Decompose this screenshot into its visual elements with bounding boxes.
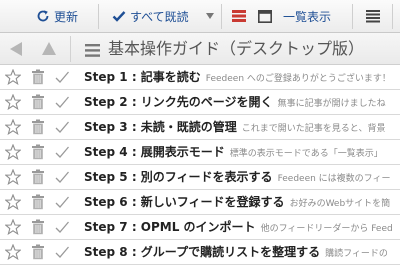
refresh-button[interactable]: 更新	[36, 0, 78, 32]
entry-title[interactable]: Step 3 : 未読・既読の管理	[84, 120, 237, 134]
trash-icon[interactable]	[31, 194, 45, 210]
read-check-icon[interactable]	[54, 69, 70, 85]
mark-all-read-button[interactable]: すべて既読	[112, 0, 189, 32]
star-icon[interactable]	[5, 94, 21, 110]
trash-icon[interactable]	[31, 119, 45, 135]
entry-snippet: これまで開いた記事を見ると、背景	[241, 124, 386, 134]
read-check-icon[interactable]	[54, 119, 70, 135]
star-icon[interactable]	[5, 219, 21, 235]
read-check-icon[interactable]	[54, 169, 70, 185]
entry-snippet: Feedeen には複数のフィー	[277, 174, 391, 184]
dropdown-arrow-icon	[206, 13, 214, 19]
entry-title[interactable]: Step 6 : 新しいフィードを登録する	[84, 195, 285, 209]
trash-icon[interactable]	[31, 69, 45, 85]
mark-read-dropdown[interactable]	[206, 0, 214, 32]
star-icon[interactable]	[5, 69, 21, 85]
read-check-icon[interactable]	[54, 219, 70, 235]
trash-icon[interactable]	[31, 219, 45, 235]
star-icon[interactable]	[5, 244, 21, 260]
menu-icon[interactable]	[85, 42, 100, 57]
list-item[interactable]: Step 6 : 新しいフィードを登録する お好みのWebサイトを簡	[0, 190, 400, 215]
list-item[interactable]: Step 2 : リンク先のページを開く 無事に記事が開けましたね	[0, 90, 400, 115]
entry-snippet: 無事に記事が開けましたね	[277, 99, 386, 109]
next-arrow-icon[interactable]	[42, 42, 56, 55]
entry-snippet: お好みのWebサイトを簡	[289, 199, 391, 209]
window-view-icon	[258, 9, 272, 23]
read-check-icon[interactable]	[54, 244, 70, 260]
feed-title: 基本操作ガイド（デスクトップ版）	[108, 39, 365, 58]
star-icon[interactable]	[5, 194, 21, 210]
entry-snippet: 他のフィードリーダーから Feed	[260, 224, 393, 234]
list-item[interactable]: Step 8 : グループで購読リストを整理する 購読フィードの	[0, 240, 400, 265]
star-icon[interactable]	[5, 169, 21, 185]
list-item[interactable]: Step 5 : 別のフィードを表示する Feedeen には複数のフィー	[0, 165, 400, 190]
trash-icon[interactable]	[31, 244, 45, 260]
refresh-icon	[37, 10, 49, 22]
read-check-icon[interactable]	[54, 144, 70, 160]
read-check-icon[interactable]	[54, 94, 70, 110]
list-view-button[interactable]	[366, 0, 380, 32]
entry-title[interactable]: Step 4 : 展開表示モード	[84, 145, 225, 159]
expanded-view-label: 一覧表示	[283, 9, 332, 24]
entry-snippet: 標準の表示モードである「一覧表示」	[229, 149, 383, 159]
entry-list: Step 1 : 記事を読む Feedeen へのご登録ありがとうございます！ S…	[0, 65, 400, 265]
check-icon	[112, 11, 126, 22]
read-check-icon[interactable]	[54, 194, 70, 210]
list-view-icon	[366, 9, 380, 22]
expanded-view-icon	[232, 10, 246, 22]
list-view-text-button[interactable]: 一覧表示	[283, 0, 331, 32]
list-item[interactable]: Step 7 : OPML のインポート 他のフィードリーダーから Feed	[0, 215, 400, 240]
star-icon[interactable]	[5, 144, 21, 160]
star-icon[interactable]	[5, 119, 21, 135]
entry-snippet: 購読フィードの	[325, 249, 388, 259]
entry-snippet: Feedeen へのご登録ありがとうございます！	[205, 74, 391, 84]
entry-title[interactable]: Step 2 : リンク先のページを開く	[84, 95, 273, 109]
mark-all-read-label: すべて既読	[130, 9, 189, 24]
toolbar: 更新 すべて既読 一覧表示	[0, 0, 400, 33]
expanded-view-button[interactable]	[232, 0, 246, 32]
entry-title[interactable]: Step 8 : グループで購読リストを整理する	[84, 245, 320, 259]
window-view-button[interactable]	[258, 0, 272, 32]
list-item[interactable]: Step 1 : 記事を読む Feedeen へのご登録ありがとうございます！	[0, 65, 400, 90]
entry-title[interactable]: Step 7 : OPML のインポート	[84, 220, 256, 234]
list-item[interactable]: Step 4 : 展開表示モード 標準の表示モードである「一覧表示」	[0, 140, 400, 165]
entry-title[interactable]: Step 5 : 別のフィードを表示する	[84, 170, 273, 184]
entry-title[interactable]: Step 1 : 記事を読む	[84, 70, 201, 84]
trash-icon[interactable]	[31, 94, 45, 110]
list-item[interactable]: Step 3 : 未読・既読の管理 これまで開いた記事を見ると、背景	[0, 115, 400, 140]
prev-arrow-icon[interactable]	[10, 42, 22, 56]
refresh-label: 更新	[54, 9, 79, 24]
feed-header: 基本操作ガイド（デスクトップ版）	[0, 33, 400, 65]
trash-icon[interactable]	[31, 144, 45, 160]
trash-icon[interactable]	[31, 169, 45, 185]
